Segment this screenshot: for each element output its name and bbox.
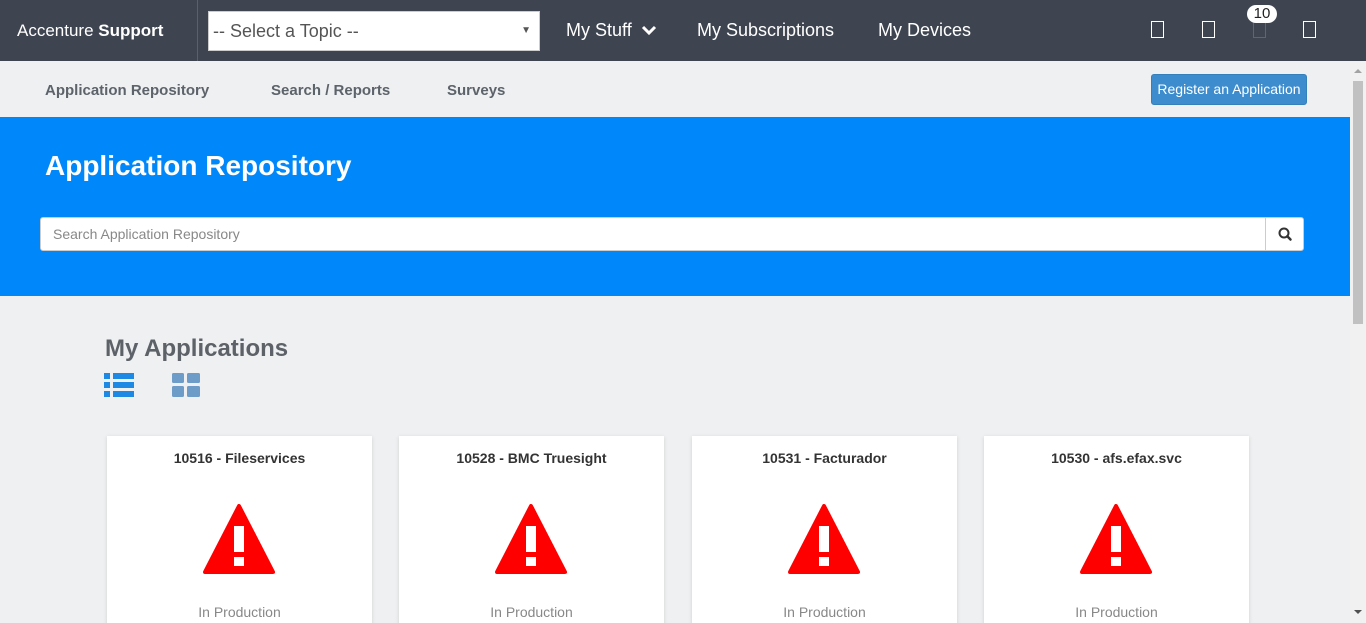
subnav-surveys[interactable]: Surveys — [447, 82, 505, 99]
top-bar: Accenture Support -- Select a Topic -- ▼… — [0, 0, 1366, 61]
square-icon[interactable] — [1303, 21, 1316, 38]
scroll-up-arrow-icon[interactable] — [1354, 67, 1362, 75]
card-title: 10531 - Facturador — [762, 450, 887, 466]
list-view-icon[interactable] — [104, 373, 134, 397]
notification-icon[interactable] — [1253, 21, 1266, 38]
card-status: In Production — [490, 604, 573, 620]
notification-badge: 10 — [1247, 5, 1277, 23]
card-status: In Production — [783, 604, 866, 620]
application-card[interactable]: 10530 - afs.efax.svc In Production — [984, 436, 1249, 623]
square-icon[interactable] — [1151, 21, 1164, 38]
search-button[interactable] — [1265, 217, 1304, 251]
topic-select[interactable]: -- Select a Topic -- ▼ — [208, 11, 540, 51]
brand-bold: Support — [98, 21, 164, 40]
warning-icon — [1080, 504, 1152, 574]
register-application-button[interactable]: Register an Application — [1151, 74, 1307, 105]
brand-logo[interactable]: Accenture Support — [0, 0, 198, 61]
warning-icon — [495, 504, 567, 574]
warning-icon — [788, 504, 860, 574]
card-title: 10530 - afs.efax.svc — [1051, 450, 1182, 466]
scroll-thumb[interactable] — [1353, 81, 1363, 324]
page-scrollbar[interactable] — [1350, 61, 1366, 623]
hero-banner: Application Repository — [0, 117, 1350, 296]
subnav-search-reports[interactable]: Search / Reports — [271, 82, 390, 99]
card-status: In Production — [198, 604, 281, 620]
caret-down-icon: ▼ — [521, 25, 531, 36]
section-title: My Applications — [105, 335, 289, 362]
nav-my-stuff-label: My Stuff — [566, 20, 632, 40]
brand-prefix: Accenture — [17, 21, 94, 40]
page-title: Application Repository — [45, 150, 352, 181]
card-status: In Production — [1075, 604, 1158, 620]
sub-nav: Application Repository Search / Reports … — [0, 61, 1350, 117]
card-title: 10528 - BMC Truesight — [456, 450, 607, 466]
nav-my-subscriptions[interactable]: My Subscriptions — [697, 0, 834, 61]
search-icon — [1278, 227, 1292, 241]
application-card[interactable]: 10528 - BMC Truesight In Production — [399, 436, 664, 623]
chevron-down-icon — [641, 25, 656, 35]
topic-select-value: -- Select a Topic -- — [213, 21, 359, 41]
card-title: 10516 - Fileservices — [173, 450, 306, 466]
scroll-down-arrow-icon[interactable] — [1354, 608, 1362, 616]
warning-icon — [203, 504, 275, 574]
nav-my-devices[interactable]: My Devices — [878, 0, 971, 61]
square-icon[interactable] — [1202, 21, 1215, 38]
application-card[interactable]: 10531 - Facturador In Production — [692, 436, 957, 623]
subnav-application-repository[interactable]: Application Repository — [45, 82, 209, 99]
grid-view-icon[interactable] — [172, 373, 200, 397]
nav-my-stuff[interactable]: My Stuff — [566, 0, 657, 61]
application-card[interactable]: 10516 - Fileservices In Production — [107, 436, 372, 623]
search-input[interactable] — [40, 217, 1266, 251]
